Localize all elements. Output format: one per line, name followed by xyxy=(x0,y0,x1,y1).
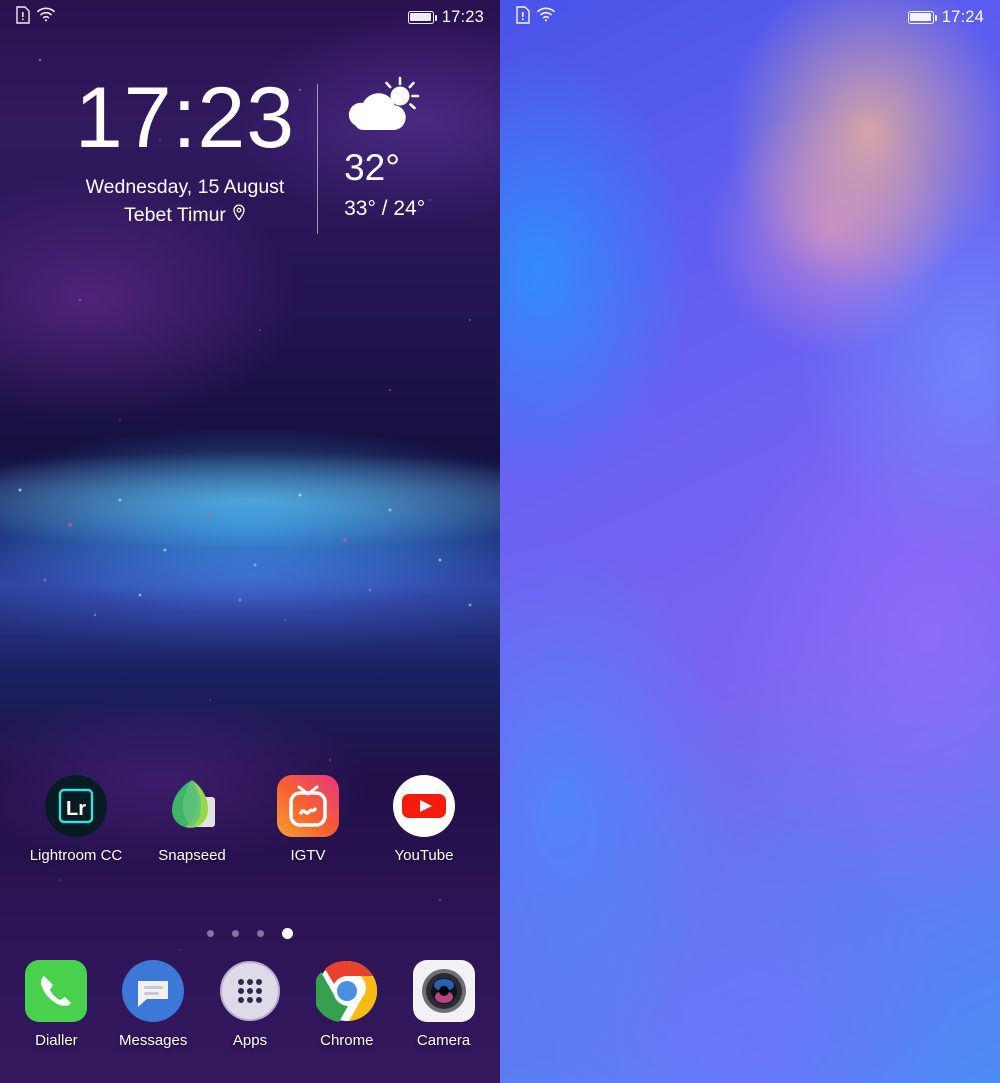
sim-alert-icon xyxy=(16,5,30,29)
app-row: Lr Lightroom CC Snapseed IGTV YouTube xyxy=(0,775,500,864)
weather-temperature: 32° xyxy=(344,147,401,188)
widget-clock-time: 17:23 xyxy=(74,70,296,166)
phone-icon xyxy=(25,960,88,1022)
widget-date: Wednesday, 15 August xyxy=(85,176,285,199)
snapseed-icon xyxy=(161,775,223,837)
partly-cloudy-icon xyxy=(344,76,425,141)
sim-alert-icon xyxy=(516,5,530,29)
dock-item-chrome[interactable]: Chrome xyxy=(298,960,395,1049)
dock: Dialler Messages Apps Chrome Camera xyxy=(0,960,500,1049)
lightroom-icon: Lr xyxy=(45,775,107,837)
dock-label: Apps xyxy=(232,1032,268,1049)
weather-range: 33° / 24° xyxy=(344,197,426,220)
status-bar-clock: 17:23 xyxy=(441,7,484,26)
app-igtv[interactable]: IGTV xyxy=(250,775,366,864)
camera-icon xyxy=(412,960,475,1022)
battery-full-icon xyxy=(907,10,937,24)
status-bar-right: 17:24 xyxy=(500,0,1000,34)
wifi-icon xyxy=(37,7,55,27)
page-dot[interactable] xyxy=(207,930,214,937)
page-dot[interactable] xyxy=(232,930,239,937)
page-indicator xyxy=(0,928,500,939)
app-snapseed[interactable]: Snapseed xyxy=(134,775,250,864)
youtube-icon xyxy=(393,775,455,837)
clock-date-block[interactable]: 17:23 Wednesday, 15 August Tebet Timur xyxy=(74,70,317,227)
location-pin-icon xyxy=(232,204,246,227)
app-youtube[interactable]: YouTube xyxy=(366,775,482,864)
battery-full-icon xyxy=(407,10,437,24)
app-drawer-icon xyxy=(219,960,281,1022)
dock-item-messages[interactable]: Messages xyxy=(105,960,202,1049)
home-screen-panel: 17:23 17:23 Wednesday, 15 August Tebet T… xyxy=(0,0,500,1083)
app-label: Lightroom CC xyxy=(29,847,123,864)
smart-assistant-panel: 17:24 Search apps, contacts, messages… 1… xyxy=(500,0,1000,1083)
message-bubble-icon xyxy=(122,960,185,1022)
wallpaper-glitter-band xyxy=(0,470,500,630)
dock-label: Dialler xyxy=(35,1032,78,1049)
dock-item-camera[interactable]: Camera xyxy=(395,960,492,1049)
wifi-icon xyxy=(537,7,555,27)
app-label: YouTube xyxy=(394,847,454,864)
app-label: IGTV xyxy=(290,847,326,864)
app-lightroom-cc[interactable]: Lr Lightroom CC xyxy=(18,775,134,864)
dock-label: Camera xyxy=(416,1032,471,1049)
page-dot[interactable] xyxy=(257,930,264,937)
dock-label: Chrome xyxy=(320,1032,374,1049)
app-label: Snapseed xyxy=(158,847,226,864)
chrome-icon xyxy=(312,960,378,1022)
status-bar-clock: 17:24 xyxy=(941,7,984,26)
clock-weather-widget[interactable]: 17:23 Wednesday, 15 August Tebet Timur 3… xyxy=(0,70,500,234)
igtv-icon xyxy=(277,775,339,837)
location-label: Tebet Timur xyxy=(124,204,226,227)
dock-item-dialler[interactable]: Dialler xyxy=(8,960,105,1049)
status-bar-left: 17:23 xyxy=(0,0,500,34)
svg-text:Lr: Lr xyxy=(66,798,86,820)
weather-block[interactable]: 32° 33° / 24° xyxy=(318,76,425,221)
widget-location: Tebet Timur xyxy=(75,204,295,227)
page-dot-active[interactable] xyxy=(282,928,293,939)
dock-label: Messages xyxy=(119,1032,188,1049)
dock-item-apps[interactable]: Apps xyxy=(202,960,299,1049)
